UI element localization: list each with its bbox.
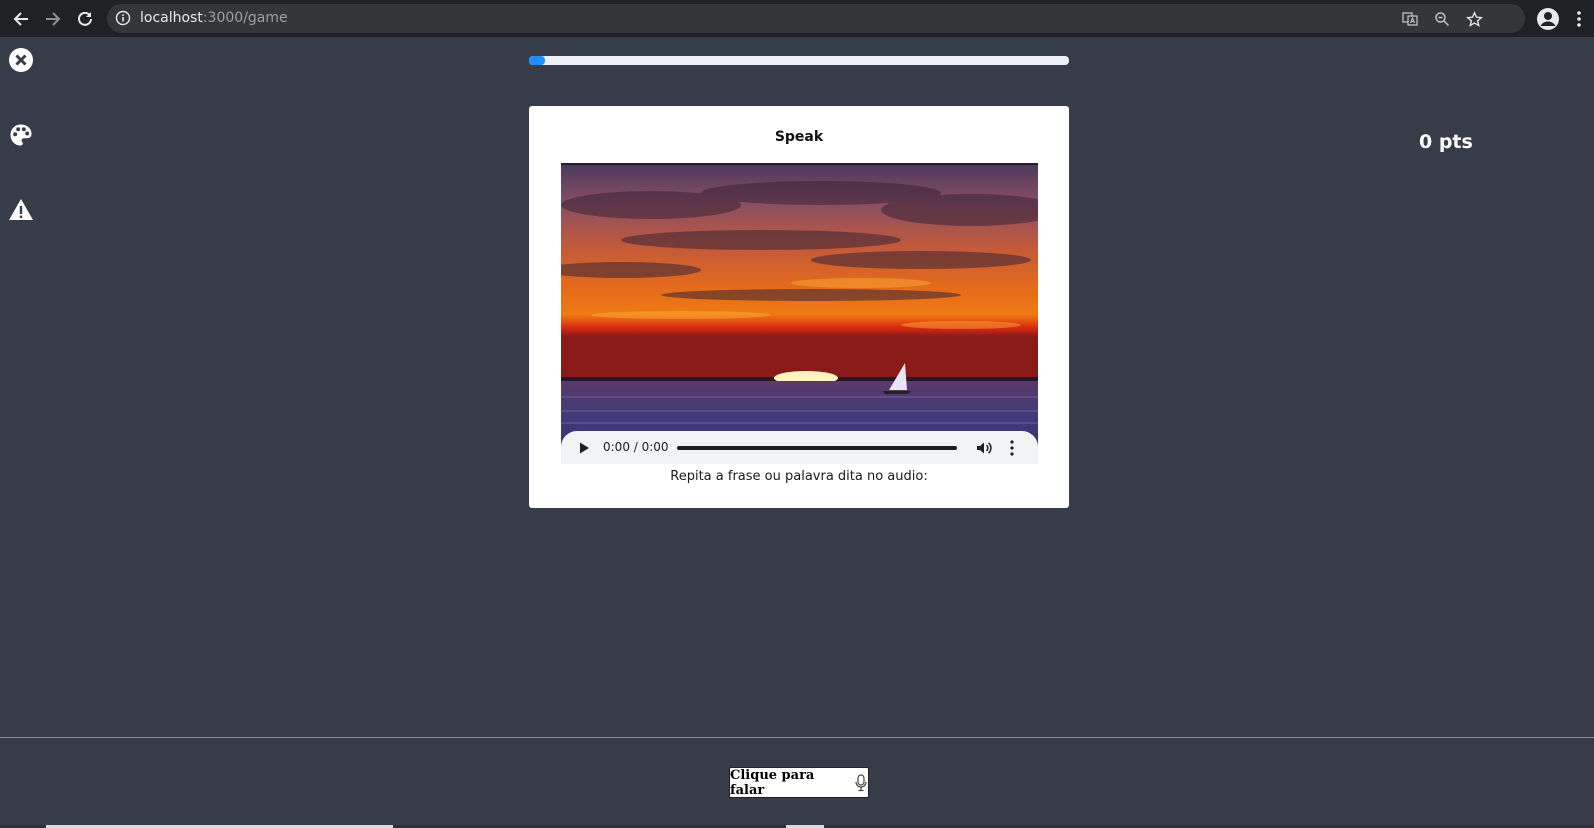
warning-icon[interactable] (8, 197, 34, 223)
zoom-icon[interactable] (1432, 9, 1452, 29)
sunset-image (561, 165, 1038, 464)
close-circle-icon[interactable] (8, 47, 34, 73)
audio-player: 0:00 / 0:00 (561, 431, 1038, 464)
volume-icon[interactable] (975, 439, 993, 457)
microphone-icon (854, 773, 868, 792)
star-icon[interactable] (1464, 9, 1484, 29)
exercise-instruction: Repita a frase ou palavra dita no audio: (670, 469, 928, 484)
audio-options-icon[interactable] (1003, 438, 1021, 458)
score-display: 0 pts (1419, 131, 1473, 153)
translate-icon[interactable] (1400, 9, 1420, 29)
exercise-card: Speak 0:00 / 0:00 Repita a frase ou pala… (529, 106, 1069, 508)
browser-toolbar: localhost:3000/game (0, 0, 1594, 37)
progress-fill (529, 56, 546, 65)
exercise-title: Speak (774, 129, 824, 145)
back-arrow-icon[interactable] (10, 8, 32, 30)
speak-button-label: Clique para falar (730, 767, 815, 798)
kebab-menu-icon[interactable] (1568, 8, 1590, 30)
url-host: localhost (140, 10, 203, 26)
info-icon[interactable] (115, 10, 131, 26)
speak-button[interactable]: Clique para falar (729, 767, 869, 798)
forward-arrow-icon[interactable] (42, 8, 64, 30)
palette-icon[interactable] (8, 122, 34, 148)
audio-seek-bar[interactable] (677, 446, 957, 450)
url-path: :3000/game (202, 10, 288, 26)
profile-icon[interactable] (1536, 7, 1560, 31)
play-icon[interactable] (577, 440, 591, 454)
reload-icon[interactable] (74, 8, 96, 30)
footer-divider (0, 737, 1594, 738)
lesson-progress-bar (529, 56, 1069, 65)
audio-time: 0:00 / 0:00 (603, 440, 669, 454)
address-bar[interactable]: localhost:3000/game (107, 4, 1525, 33)
url-text: localhost:3000/game (140, 10, 288, 27)
exercise-media: 0:00 / 0:00 (561, 163, 1038, 464)
